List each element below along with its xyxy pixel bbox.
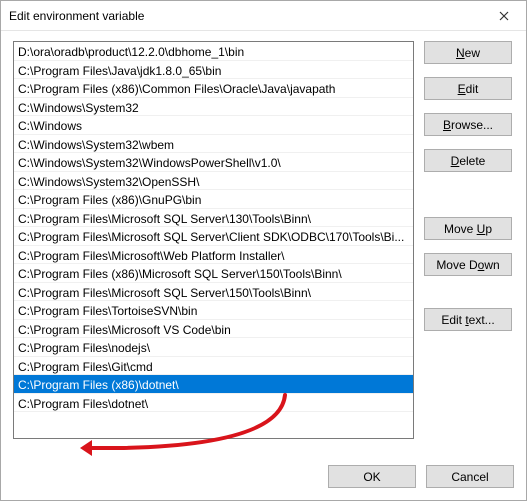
ok-button[interactable]: OK — [328, 465, 416, 488]
main-row: D:\ora\oradb\product\12.2.0\dbhome_1\bin… — [13, 41, 514, 453]
edit-text-button[interactable]: Edit text... — [424, 308, 512, 331]
delete-button[interactable]: Delete — [424, 149, 512, 172]
window-title: Edit environment variable — [9, 9, 144, 23]
path-row[interactable]: C:\Program Files\dotnet\ — [14, 394, 413, 413]
path-row[interactable]: C:\Program Files (x86)\Common Files\Orac… — [14, 79, 413, 98]
cancel-button[interactable]: Cancel — [426, 465, 514, 488]
path-row[interactable]: D:\ora\oradb\product\12.2.0\dbhome_1\bin — [14, 42, 413, 61]
close-button[interactable] — [481, 1, 526, 30]
path-row[interactable]: C:\Windows\System32\WindowsPowerShell\v1… — [14, 153, 413, 172]
path-row[interactable]: C:\Program Files\Git\cmd — [14, 357, 413, 376]
edit-button[interactable]: Edit — [424, 77, 512, 100]
path-row[interactable]: C:\Program Files\Microsoft VS Code\bin — [14, 320, 413, 339]
path-row[interactable]: C:\Program Files\Microsoft SQL Server\13… — [14, 209, 413, 228]
path-row[interactable]: C:\Program Files\Microsoft\Web Platform … — [14, 246, 413, 265]
move-down-button[interactable]: Move Down — [424, 253, 512, 276]
path-row[interactable]: C:\Program Files\nodejs\ — [14, 338, 413, 357]
path-listbox[interactable]: D:\ora\oradb\product\12.2.0\dbhome_1\bin… — [13, 41, 414, 439]
path-row[interactable]: C:\Windows — [14, 116, 413, 135]
path-row[interactable]: C:\Program Files (x86)\dotnet\ — [14, 375, 413, 394]
new-button[interactable]: New — [424, 41, 512, 64]
bottom-buttons: OK Cancel — [13, 453, 514, 488]
close-icon — [499, 8, 509, 24]
path-row[interactable]: C:\Windows\System32\wbem — [14, 135, 413, 154]
path-row[interactable]: C:\Program Files (x86)\Microsoft SQL Ser… — [14, 264, 413, 283]
browse-button[interactable]: Browse... — [424, 113, 512, 136]
path-row[interactable]: C:\Program Files (x86)\GnuPG\bin — [14, 190, 413, 209]
path-row[interactable]: C:\Program Files\Microsoft SQL Server\Cl… — [14, 227, 413, 246]
client-area: D:\ora\oradb\product\12.2.0\dbhome_1\bin… — [1, 31, 526, 500]
side-buttons: New Edit Browse... Delete Move Up Move D… — [424, 41, 514, 453]
path-row[interactable]: C:\Windows\System32\OpenSSH\ — [14, 172, 413, 191]
titlebar: Edit environment variable — [1, 1, 526, 31]
path-row[interactable]: C:\Program Files\TortoiseSVN\bin — [14, 301, 413, 320]
path-row[interactable]: C:\Windows\System32 — [14, 98, 413, 117]
path-row[interactable]: C:\Program Files\Microsoft SQL Server\15… — [14, 283, 413, 302]
move-up-button[interactable]: Move Up — [424, 217, 512, 240]
path-row[interactable]: C:\Program Files\Java\jdk1.8.0_65\bin — [14, 61, 413, 80]
dialog-window: Edit environment variable D:\ora\oradb\p… — [0, 0, 527, 501]
